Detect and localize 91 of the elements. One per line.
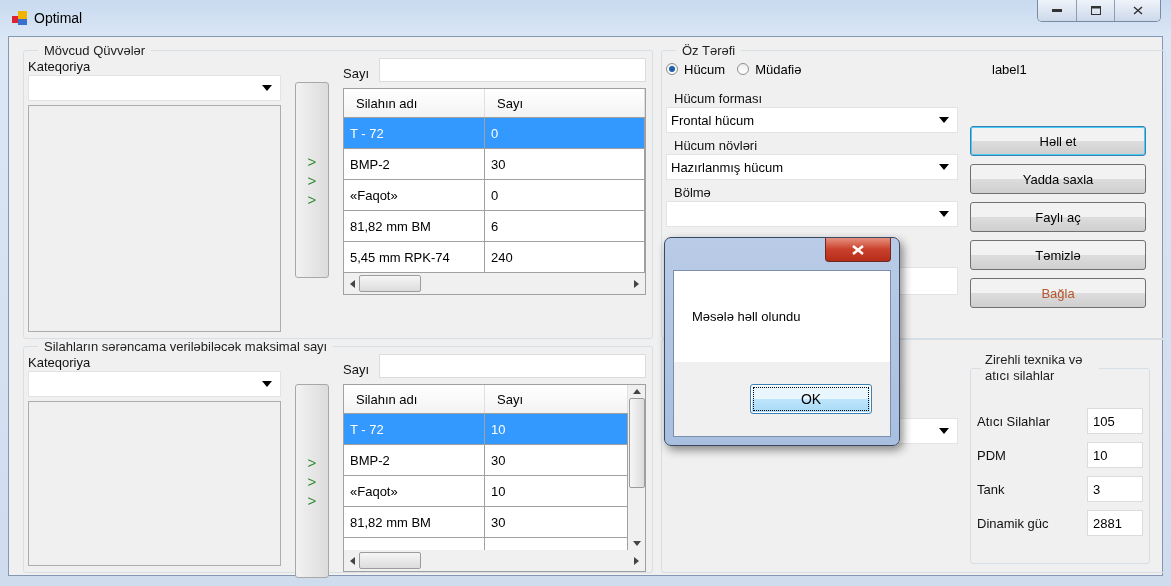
data-grid[interactable]: Silahın adı Sayı T - 72 0 BMP-2 30 «Faqot» 0 81,82 mm BM 6 5,45 mm RPK-74 240 (343, 88, 646, 295)
status-label: label1 (991, 60, 1028, 79)
vertical-scrollbar[interactable] (628, 385, 645, 550)
ok-button[interactable]: OK (750, 384, 872, 414)
value-field[interactable]: 2881 (1087, 510, 1143, 536)
field-label: Atıcı Silahlar (977, 412, 1051, 430)
dropdown-caret-icon (939, 211, 949, 217)
column-header[interactable]: Silahın adı (344, 89, 485, 117)
close-button[interactable] (825, 238, 891, 262)
column-header[interactable]: Sayı (485, 89, 645, 117)
table-cell: «Faqot» (344, 476, 485, 506)
division-dropdown[interactable] (666, 201, 958, 227)
count-field[interactable] (379, 354, 646, 378)
horizontal-scrollbar[interactable] (344, 273, 645, 294)
dropdown-caret-icon (939, 164, 949, 170)
minimize-button[interactable] (1038, 0, 1076, 21)
table-cell: 5,45 mm RPK-74 (344, 242, 485, 272)
table-cell: BMP-2 (344, 445, 485, 475)
field-label: Kateqoriya (28, 354, 92, 371)
table-row[interactable]: «Faqot» 0 (344, 180, 645, 211)
field-label: Hücum növləri (673, 137, 759, 154)
scroll-right-icon[interactable] (634, 556, 639, 565)
radio-button[interactable]: Hücum (666, 61, 726, 77)
group-title: Silahların sərəncama veriləbiləcək maksimal sayı (43, 339, 329, 354)
field-label: Tank (977, 480, 1006, 498)
table-row[interactable]: BMP-2 30 (344, 445, 628, 476)
table-cell: T - 72 (344, 118, 485, 148)
table-cell: BMP-2 (344, 149, 485, 179)
group-title: Mövcud Qüvvələr (43, 43, 147, 58)
table-cell: T - 72 (344, 414, 485, 444)
action-button[interactable]: Faylı aç (970, 202, 1146, 232)
table-row[interactable]: 81,82 mm BM 6 (344, 211, 645, 242)
field-label: Dinamik güc (977, 514, 1050, 532)
horizontal-scrollbar[interactable] (344, 550, 645, 571)
transfer-button[interactable]: > > > (295, 384, 329, 578)
category-dropdown[interactable] (28, 371, 281, 397)
table-cell: 240 (485, 242, 645, 272)
close-icon (1132, 6, 1143, 15)
data-grid[interactable]: Silahın adı Sayı T - 72 10 BMP-2 30 «Faqot» 10 81,82 mm BM 30 (343, 384, 646, 572)
scroll-down-icon[interactable] (632, 541, 641, 546)
dropdown-caret-icon (939, 117, 949, 123)
table-row[interactable]: 81,82 mm BM 30 (344, 507, 628, 538)
action-button[interactable]: Bağla (970, 278, 1146, 308)
action-button[interactable]: Təmizlə (970, 240, 1146, 270)
table-cell: 0 (485, 180, 645, 210)
field-label: Sayı (343, 65, 369, 82)
action-button[interactable]: Həll et (970, 126, 1146, 156)
value-field[interactable]: 3 (1087, 476, 1143, 502)
radio-button[interactable]: Müdafiə (737, 61, 802, 77)
action-button[interactable]: Yadda saxla (970, 164, 1146, 194)
field-label: Sayı (343, 361, 369, 378)
field-label: PDM (977, 446, 1007, 464)
attack-form-dropdown[interactable]: Frontal hücum (666, 107, 958, 133)
dropdown-caret-icon (262, 381, 272, 387)
table-cell: 81,82 mm BM (344, 211, 485, 241)
value-field[interactable]: 105 (1087, 408, 1143, 434)
count-field[interactable] (379, 58, 646, 82)
transfer-button[interactable]: > > > (295, 82, 329, 278)
table-cell: «Faqot» (344, 180, 485, 210)
maximize-button[interactable] (1076, 0, 1114, 21)
dropdown-caret-icon (262, 85, 272, 91)
minimize-icon (1052, 8, 1062, 13)
table-row[interactable]: «Faqot» 10 (344, 476, 628, 507)
scroll-thumb[interactable] (359, 275, 421, 292)
app-icon (12, 10, 28, 26)
table-row[interactable]: BMP-2 30 (344, 149, 645, 180)
maximize-icon (1090, 6, 1101, 15)
attack-type-dropdown[interactable]: Hazırlanmış hücum (666, 154, 958, 180)
window-title: Optimal (34, 10, 83, 26)
group-title: Öz Tərəfi (681, 43, 737, 58)
dialog-message: Məsələ həll olundu (692, 309, 801, 324)
table-cell: 0 (485, 118, 645, 148)
column-header[interactable]: Silahın adı (344, 385, 485, 413)
category-dropdown[interactable] (28, 75, 281, 101)
scroll-thumb[interactable] (628, 398, 645, 488)
scroll-left-icon[interactable] (350, 556, 355, 565)
table-cell: 81,82 mm BM (344, 507, 485, 537)
table-cell: 6 (485, 211, 645, 241)
field-label: Kateqoriya (28, 58, 92, 75)
field-label: Hücum forması (673, 90, 764, 107)
scroll-up-icon[interactable] (632, 389, 641, 394)
value-field[interactable]: 10 (1087, 442, 1143, 468)
scroll-left-icon[interactable] (350, 279, 355, 288)
field-label: Bölmə (673, 184, 712, 201)
scroll-right-icon[interactable] (634, 279, 639, 288)
close-button[interactable] (1114, 0, 1160, 21)
table-cell: 30 (485, 149, 645, 179)
dropdown-caret-icon (939, 428, 949, 434)
scroll-thumb[interactable] (359, 552, 421, 569)
close-icon (852, 244, 864, 255)
group-title: Zirehli texnika və atıcı silahlar (984, 352, 1084, 384)
